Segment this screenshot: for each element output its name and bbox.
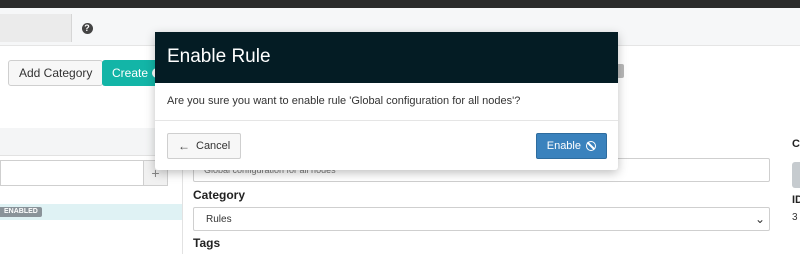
question-circle-icon: ? (81, 22, 93, 34)
cancel-button-label: Cancel (196, 140, 231, 152)
dialog-message: Are you sure you want to enable rule 'Gl… (167, 95, 521, 107)
id-value: 3 (792, 212, 798, 223)
arrow-left-icon: ← (178, 139, 190, 153)
window-top-strip (0, 0, 800, 8)
tree-row-selected[interactable]: ENABLED (0, 204, 182, 220)
help-button[interactable]: ? (73, 14, 101, 42)
dialog-body: Are you sure you want to enable rule 'Gl… (155, 83, 618, 121)
add-category-button[interactable]: Add Category (8, 60, 104, 86)
category-select[interactable]: Rules ⌄ (193, 207, 770, 231)
dialog-footer: ← Cancel Enable (155, 121, 618, 170)
tags-label: Tags (193, 236, 221, 250)
tree-filter-input[interactable] (0, 160, 144, 186)
enable-button-label: Enable (546, 140, 581, 152)
category-label: Category (193, 188, 246, 202)
enable-button[interactable]: Enable (535, 133, 607, 159)
create-button[interactable]: Create (102, 60, 162, 86)
dialog-header: Enable Rule (155, 32, 618, 83)
navbar-search-field[interactable] (0, 14, 72, 42)
chevron-down-icon: ⌄ (754, 212, 765, 226)
rule-details-panel: C ID 3 (778, 128, 800, 254)
compliance-box (792, 162, 800, 188)
status-badge: ENABLED (0, 207, 42, 217)
details-heading: C (792, 138, 800, 150)
create-button-label: Create (112, 66, 149, 80)
dialog-title: Enable Rule (167, 46, 271, 67)
id-label: ID (792, 194, 800, 206)
category-select-value: Rules (206, 214, 232, 225)
cancel-button[interactable]: ← Cancel (167, 133, 242, 159)
enable-rule-dialog: Enable Rule Are you sure you want to ena… (155, 32, 618, 170)
ban-icon (586, 141, 596, 151)
